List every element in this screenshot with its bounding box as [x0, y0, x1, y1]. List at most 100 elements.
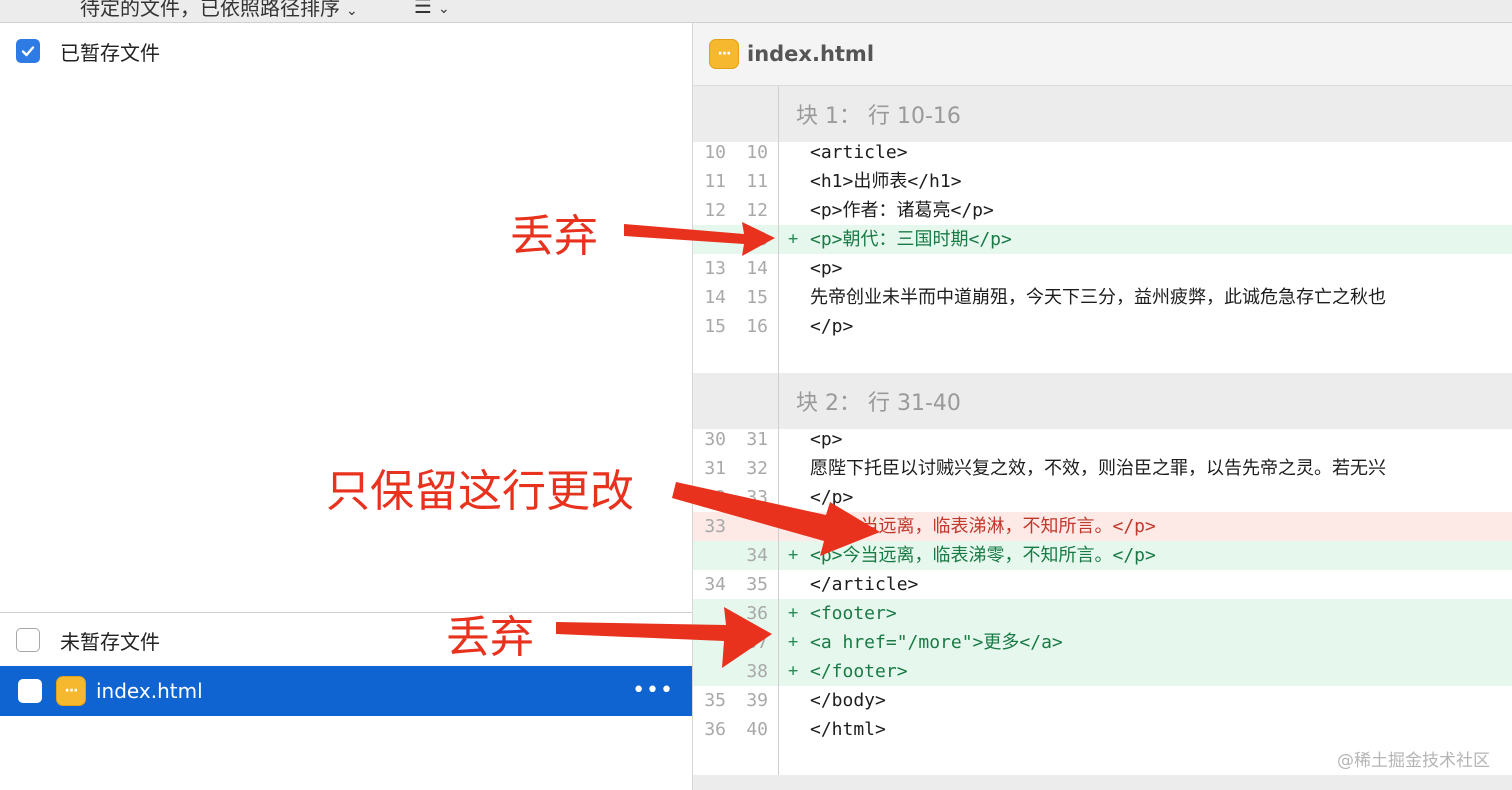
code-text: <p>今当远离，临表涕淋，不知所言。</p> [810, 516, 1156, 537]
annotation-discard-2: 丢弃 [446, 612, 534, 663]
diff-line-added[interactable]: 34 + <p>今当远离，临表涕零，不知所言。</p> [693, 541, 1512, 570]
annotation-keep-only: 只保留这行更改 [326, 466, 634, 517]
code-text: <p> [810, 429, 843, 450]
new-line-number: 36 [746, 603, 768, 624]
new-line-number: 31 [746, 429, 768, 450]
annotation-discard-1: 丢弃 [510, 211, 598, 262]
old-line-number: 31 [704, 458, 726, 479]
file-checkbox[interactable] [18, 679, 42, 703]
diff-line-context[interactable]: 12 12 <p>作者：诸葛亮</p> [693, 196, 1512, 225]
old-line-number: 30 [704, 429, 726, 450]
diff-line-added[interactable]: 13 + <p>朝代：三国时期</p> [693, 225, 1512, 254]
diff-line-context[interactable]: 14 15 先帝创业未半而中道崩殂，今天下三分，益州疲弊，此诚危急存亡之秋也 [693, 283, 1512, 312]
list-view-button[interactable]: ☰ ⌄ [414, 0, 450, 18]
diff-line-context[interactable]: 32 33 </p> [693, 483, 1512, 512]
file-list-pane: 已暂存文件 未暂存文件 ··· index.html ••• [0, 23, 693, 790]
unstaged-files-section[interactable]: 未暂存文件 [0, 615, 692, 665]
list-icon: ☰ [414, 0, 432, 18]
old-line-number: 13 [704, 258, 726, 279]
diff-line-added[interactable]: 38 + </footer> [693, 657, 1512, 686]
diff-line-context[interactable]: 13 14 <p> [693, 254, 1512, 283]
more-options-icon[interactable]: ••• [632, 678, 674, 703]
new-line-number: 13 [746, 229, 768, 250]
new-line-number: 38 [746, 661, 768, 682]
diff-marker: + [788, 632, 799, 652]
code-text: <p> [810, 258, 843, 279]
unstaged-files-label: 未暂存文件 [60, 629, 160, 654]
code-text: <p>今当远离，临表涕零，不知所言。</p> [810, 545, 1156, 566]
code-text: <p>朝代：三国时期</p> [810, 229, 1012, 250]
diff-file-header: ··· index.html [693, 23, 1512, 86]
old-line-number: 15 [704, 316, 726, 337]
code-text: <a href="/more">更多</a> [810, 632, 1063, 653]
diff-pane: ··· index.html 块 1： 行 10-16 10 10 <articl… [693, 23, 1512, 790]
old-line-number: 11 [704, 171, 726, 192]
sort-label: 待定的文件，已依照路径排序 [80, 0, 340, 20]
code-text: </p> [810, 316, 854, 337]
code-text: </body> [810, 690, 886, 711]
hunk-header-2[interactable]: 块 2： 行 31-40 [693, 373, 1512, 429]
new-line-number: 35 [746, 574, 768, 595]
old-line-number: 14 [704, 287, 726, 308]
unstaged-checkbox[interactable] [16, 628, 40, 652]
code-text: <h1>出师表</h1> [810, 171, 962, 192]
watermark: @稀土掘金技术社区 [1337, 751, 1490, 771]
new-line-number: 39 [746, 690, 768, 711]
code-text: </html> [810, 719, 886, 740]
diff-line-context[interactable]: 35 39 </body> [693, 686, 1512, 715]
diff-line-context[interactable]: 34 35 </article> [693, 570, 1512, 599]
staged-files-label: 已暂存文件 [60, 40, 160, 65]
file-row-index-html[interactable]: ··· index.html ••• [0, 666, 692, 716]
diff-line-context[interactable]: 31 32 愿陛下托臣以讨贼兴复之效，不效，则治臣之罪，以告先帝之灵。若无兴 [693, 454, 1512, 483]
diff-line-context[interactable]: 36 40 </html> [693, 715, 1512, 744]
hunk-header-1[interactable]: 块 1： 行 10-16 [693, 86, 1512, 142]
staged-checkbox[interactable] [16, 39, 40, 63]
diff-file-name: index.html [747, 42, 875, 66]
diff-line-context[interactable]: 30 31 <p> [693, 425, 1512, 454]
file-name: index.html [96, 679, 203, 703]
new-line-number: 10 [746, 142, 768, 163]
new-line-number: 16 [746, 316, 768, 337]
diff-line-added[interactable]: 36 + <footer> [693, 599, 1512, 628]
code-text: <footer> [810, 603, 897, 624]
staged-files-section[interactable]: 已暂存文件 [0, 26, 692, 76]
sort-dropdown[interactable]: 待定的文件，已依照路径排序 ⌄ [80, 0, 358, 21]
new-line-number: 32 [746, 458, 768, 479]
diff-line-context[interactable]: 11 11 <h1>出师表</h1> [693, 167, 1512, 196]
code-text: </article> [810, 574, 919, 595]
diff-line-context[interactable]: 15 16 </p> [693, 312, 1512, 341]
new-line-number: 34 [746, 545, 768, 566]
old-line-number: 10 [704, 142, 726, 163]
diff-marker: + [788, 661, 799, 681]
diff-marker: + [788, 229, 799, 249]
diff-marker: + [788, 603, 799, 623]
code-text: <p>作者：诸葛亮</p> [810, 200, 994, 221]
diff-marker: + [788, 545, 799, 565]
chevron-down-icon: ⌄ [346, 3, 358, 19]
html-file-icon: ··· [709, 39, 739, 69]
new-line-number: 40 [746, 719, 768, 740]
new-line-number: 37 [746, 632, 768, 653]
old-line-number: 12 [704, 200, 726, 221]
gutter-divider [778, 86, 779, 776]
code-text: </footer> [810, 661, 908, 682]
chevron-down-icon: ⌄ [437, 1, 450, 17]
new-line-number: 15 [746, 287, 768, 308]
checkmark-icon [21, 46, 35, 57]
diff-line-added[interactable]: 37 + <a href="/more">更多</a> [693, 628, 1512, 657]
old-line-number: 36 [704, 719, 726, 740]
diff-line-removed[interactable]: 33 <p>今当远离，临表涕淋，不知所言。</p> [693, 512, 1512, 541]
old-line-number: 35 [704, 690, 726, 711]
hunk-header-label: 块 2： 行 31-40 [796, 391, 961, 416]
new-line-number: 33 [746, 487, 768, 508]
code-text: <article> [810, 142, 908, 163]
section-divider [0, 612, 692, 613]
hunk-2-lines: 30 31 <p> 31 32 愿陛下托臣以讨贼兴复之效，不效，则治臣之罪，以告先帝之… [693, 425, 1512, 744]
new-line-number: 14 [746, 258, 768, 279]
old-line-number: 34 [704, 574, 726, 595]
code-text: 愿陛下托臣以讨贼兴复之效，不效，则治臣之罪，以告先帝之灵。若无兴 [810, 458, 1386, 479]
top-toolbar: 待定的文件，已依照路径排序 ⌄ ☰ ⌄ [0, 0, 1512, 23]
bottom-strip [693, 775, 1512, 790]
diff-line-context[interactable]: 10 10 <article> [693, 138, 1512, 167]
code-text: </p> [810, 487, 854, 508]
